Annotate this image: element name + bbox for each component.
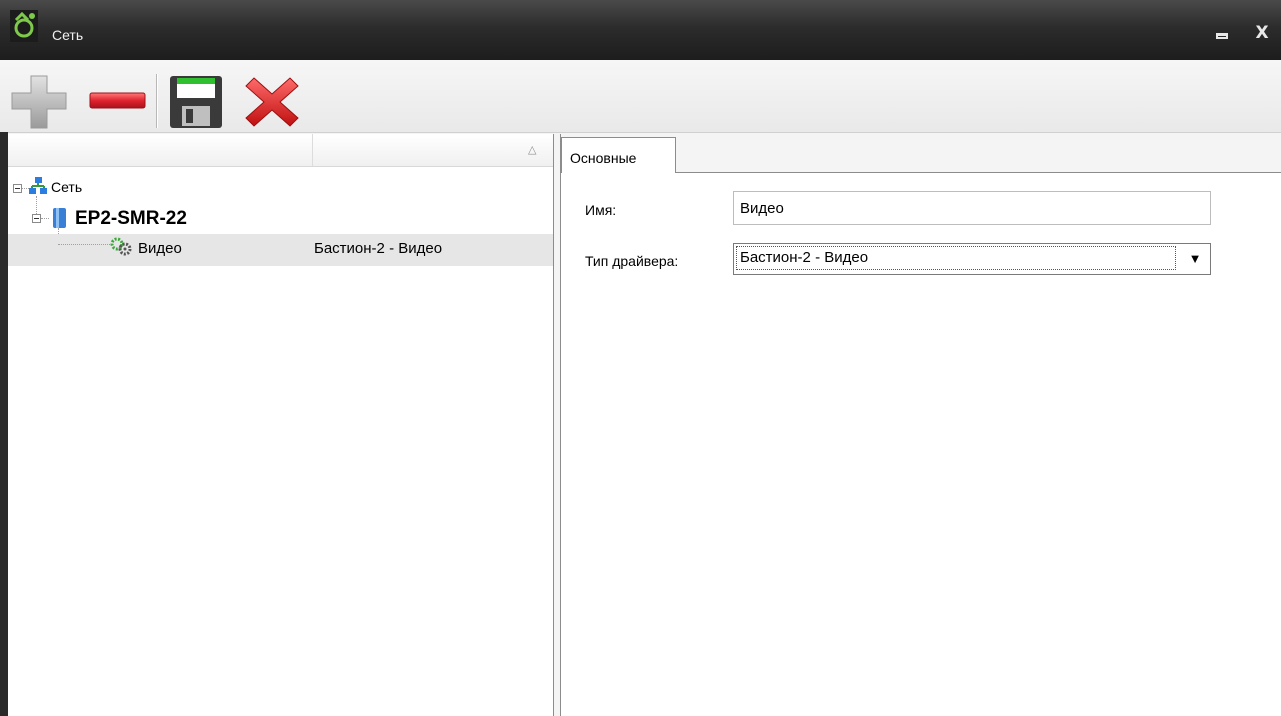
- remove-button[interactable]: [88, 74, 146, 130]
- sort-ascending-icon[interactable]: △: [528, 144, 540, 156]
- window-frame: [0, 132, 8, 716]
- tree-node-label: EP2-SMR-22: [75, 208, 187, 229]
- tree-node-network[interactable]: Сеть: [8, 176, 553, 198]
- save-button[interactable]: [168, 74, 226, 130]
- toolbar-separator: [156, 74, 158, 128]
- app-logo-icon: [10, 10, 38, 42]
- network-tree[interactable]: △ Сеть EP2-SMR-22 Видео Бастион-2 - Виде…: [8, 134, 554, 716]
- tree-node-driver-value: Бастион-2 - Видео: [314, 240, 443, 257]
- gears-icon: [110, 237, 132, 260]
- driver-type-value: Бастион-2 - Видео: [736, 246, 1176, 270]
- driver-type-label: Тип драйвера:: [585, 253, 679, 269]
- window-title: Сеть: [52, 27, 84, 43]
- collapse-toggle[interactable]: [13, 184, 22, 193]
- driver-type-select[interactable]: Бастион-2 - Видео ▼: [733, 243, 1211, 275]
- cancel-button[interactable]: [244, 74, 302, 130]
- column-header-name[interactable]: [8, 134, 313, 166]
- collapse-toggle[interactable]: [32, 214, 41, 223]
- dropdown-arrow-icon[interactable]: ▼: [1184, 249, 1206, 269]
- column-header-value[interactable]: [313, 134, 553, 166]
- toolbar: [0, 60, 1281, 133]
- minimize-button[interactable]: [1212, 24, 1232, 42]
- name-label: Имя:: [585, 202, 617, 218]
- add-icon: [11, 75, 67, 129]
- tree-connector: [41, 218, 49, 219]
- tree-node-label: Сеть: [51, 179, 83, 195]
- remove-icon: [89, 92, 146, 109]
- save-icon: [170, 76, 222, 128]
- title-bar: Сеть X: [0, 0, 1281, 60]
- name-input[interactable]: [733, 191, 1211, 225]
- properties-panel: Основные Имя: Тип драйвера: Бастион-2 - …: [560, 134, 1281, 716]
- tree-connector: [58, 244, 110, 245]
- close-button[interactable]: X: [1252, 24, 1272, 42]
- tab-content: Имя: Тип драйвера: Бастион-2 - Видео ▼: [561, 173, 1281, 716]
- network-icon: [28, 176, 48, 199]
- tree-header: △: [8, 134, 553, 167]
- tree-node-video[interactable]: Видео Бастион-2 - Видео: [8, 234, 553, 266]
- add-button[interactable]: [10, 74, 68, 130]
- cancel-icon: [245, 77, 299, 127]
- server-icon: [50, 207, 70, 232]
- tree-node-label: Видео: [138, 240, 182, 257]
- tab-general[interactable]: Основные: [561, 137, 676, 173]
- tree-node-server[interactable]: EP2-SMR-22: [8, 206, 553, 232]
